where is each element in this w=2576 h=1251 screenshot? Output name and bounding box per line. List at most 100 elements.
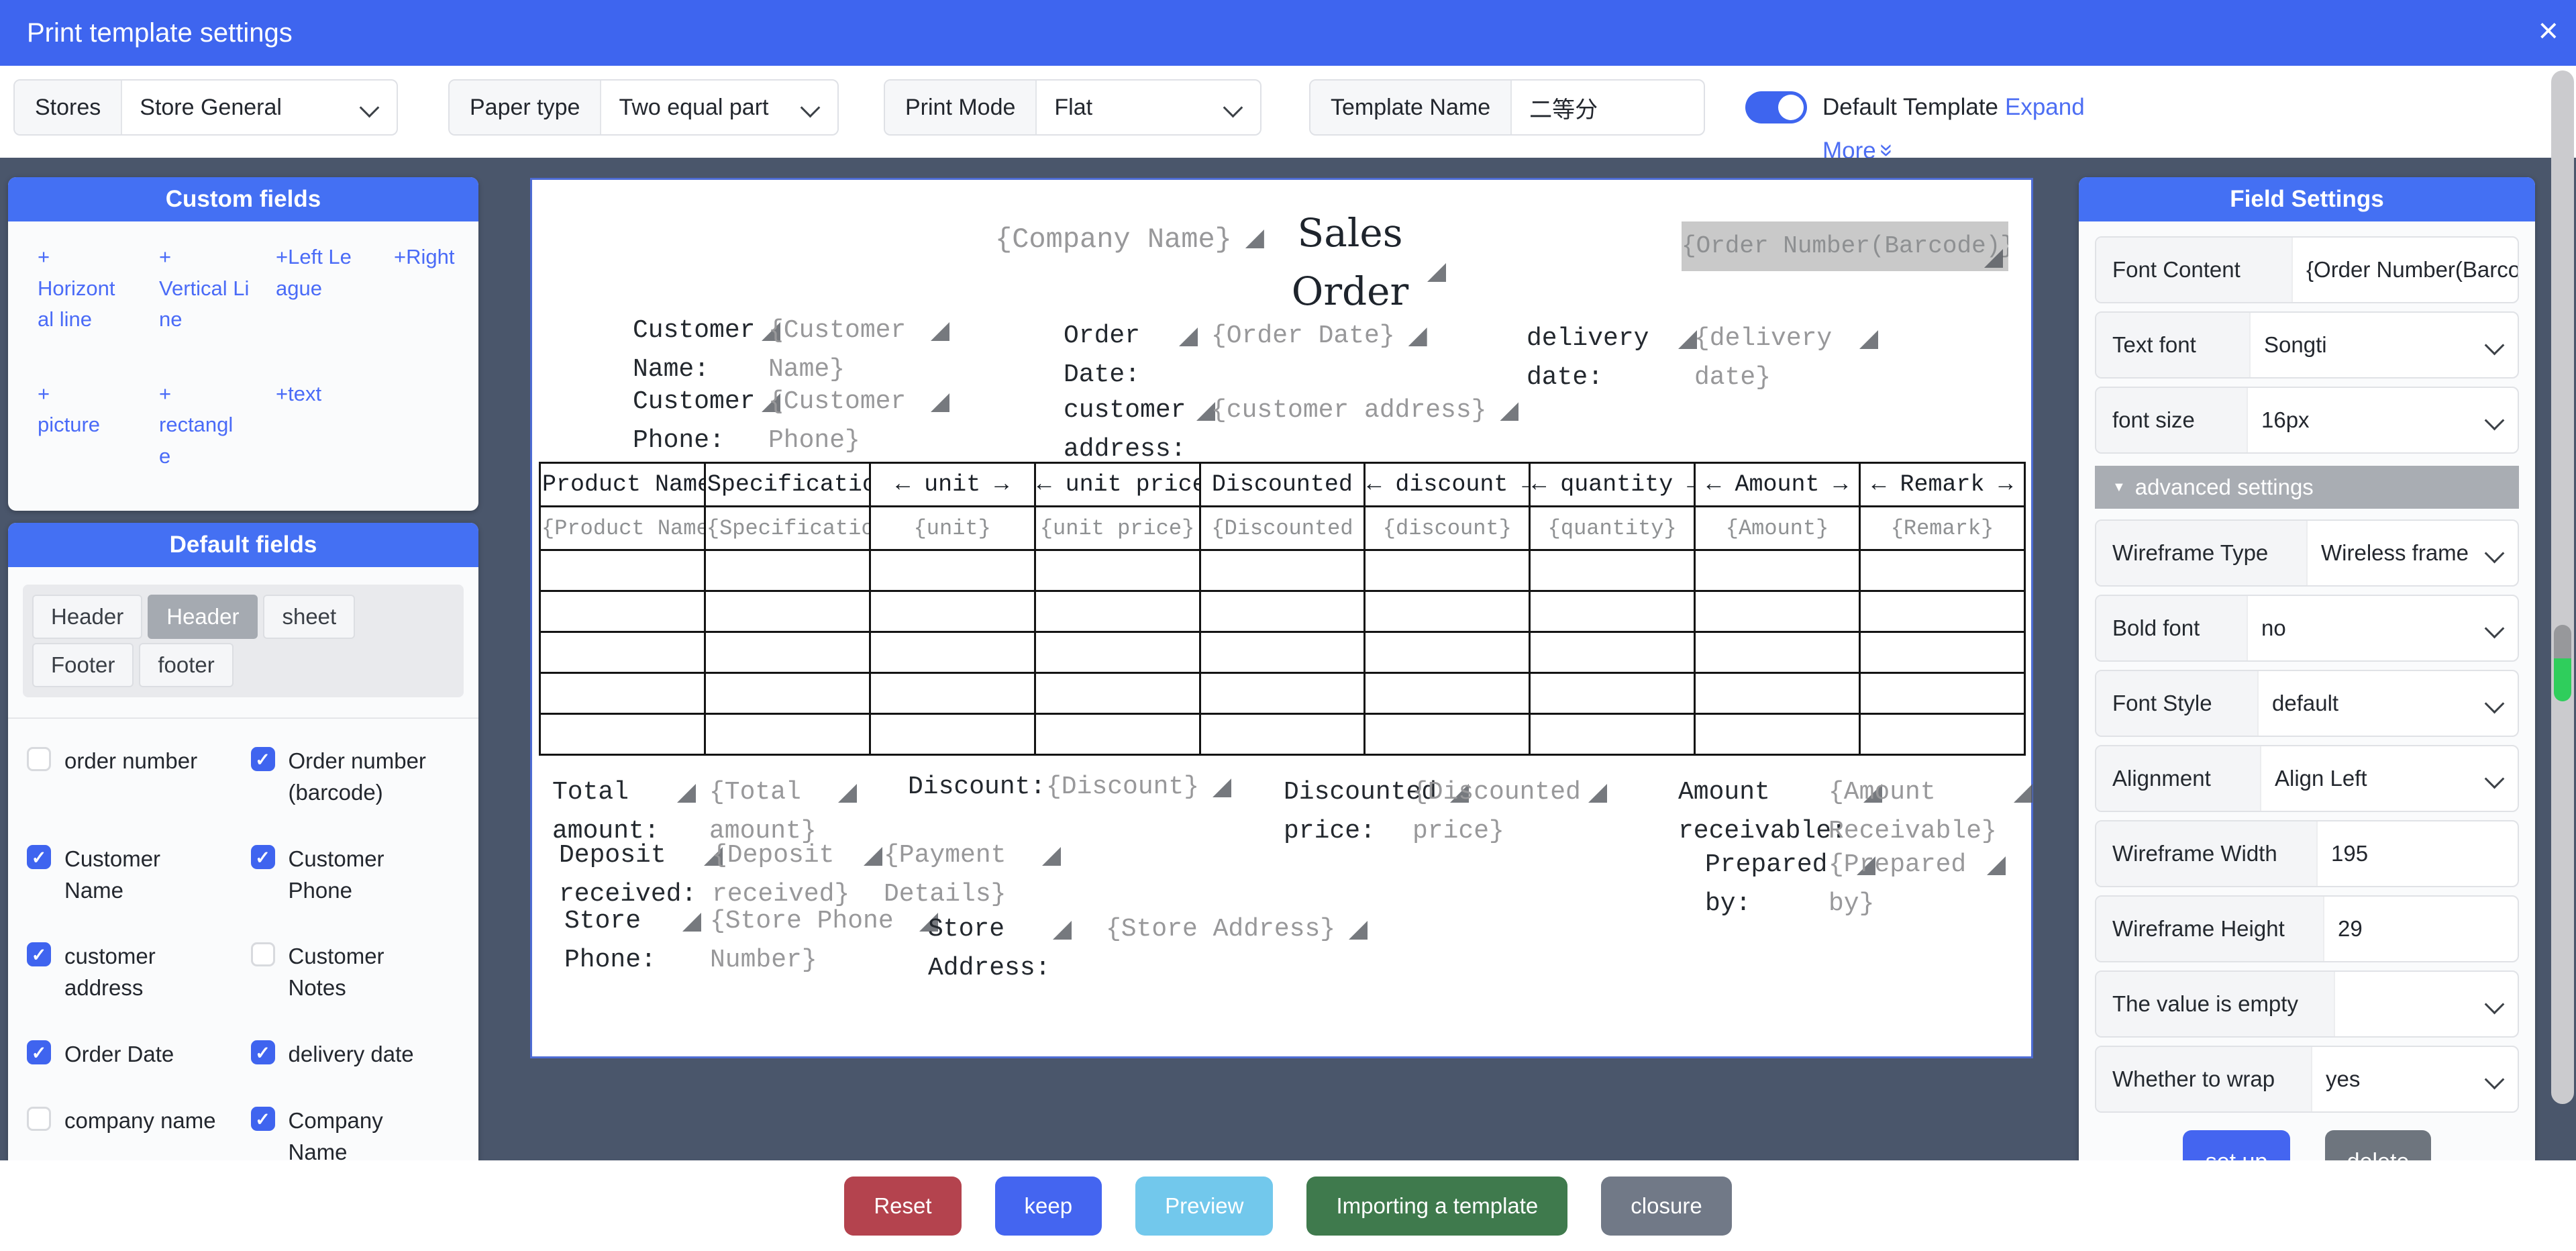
resize-handle-icon[interactable]: [1859, 330, 1878, 349]
cell-discount[interactable]: {discount}: [1365, 507, 1530, 550]
checkbox-customer-address[interactable]: customer address: [27, 941, 242, 1004]
preview-delivery-date-label[interactable]: delivery date:: [1527, 319, 1665, 397]
cell-unit[interactable]: {unit}: [870, 507, 1035, 550]
cell-discounted[interactable]: {Discounted: [1200, 507, 1365, 550]
resize-handle-icon[interactable]: [1588, 784, 1607, 803]
checkbox-order-date[interactable]: Order Date: [27, 1039, 242, 1070]
cell-remark[interactable]: {Remark}: [1860, 507, 2025, 550]
cell-product-name[interactable]: {Product Name}: [540, 507, 705, 550]
preview-store-address-label[interactable]: Store Address:: [928, 910, 1039, 988]
preview-prepared-by-value[interactable]: {Prepared by}: [1828, 846, 1973, 923]
font-style-select[interactable]: default: [2259, 671, 2518, 736]
cell-specification[interactable]: {Specification}: [705, 507, 870, 550]
checkbox-icon[interactable]: [251, 747, 275, 771]
advanced-settings-toggle[interactable]: ▼ advanced settings: [2095, 466, 2519, 509]
preview-store-address-value[interactable]: {Store Address}: [1106, 910, 1335, 949]
add-picture-button[interactable]: + picture: [38, 379, 159, 472]
cell-unit-price[interactable]: {unit price}: [1035, 507, 1200, 550]
col-unit[interactable]: ← unit →: [870, 463, 1035, 507]
preview-amount-receivable-label[interactable]: Amount receivable:: [1678, 773, 1850, 851]
preview-discount-label[interactable]: Discount:: [908, 768, 1045, 807]
checkbox-icon[interactable]: [27, 1040, 51, 1064]
preview-customer-name-label[interactable]: Customer Name:: [633, 311, 748, 389]
wireframe-type-select[interactable]: Wireless frame: [2308, 521, 2518, 585]
expand-link[interactable]: Expand: [2005, 91, 2085, 123]
resize-handle-icon[interactable]: [1500, 402, 1518, 421]
resize-handle-icon[interactable]: [1987, 856, 2006, 875]
close-icon[interactable]: ×: [2538, 0, 2559, 62]
default-template-toggle[interactable]: [1745, 91, 1807, 123]
page-scrollbar[interactable]: [2551, 70, 2574, 1104]
resize-handle-icon[interactable]: [1179, 328, 1198, 346]
col-discount[interactable]: ← discount →: [1365, 463, 1530, 507]
preview-delivery-date-value[interactable]: {delivery date}: [1694, 319, 1846, 397]
tab-footer-2[interactable]: footer: [139, 643, 233, 687]
cell-amount[interactable]: {Amount}: [1695, 507, 1860, 550]
checkbox-company-name[interactable]: Company Name: [251, 1105, 466, 1160]
resize-handle-icon[interactable]: [1213, 779, 1231, 797]
preview-customer-address-value[interactable]: {customer address}: [1211, 391, 1486, 430]
preview-store-phone-label[interactable]: Store Phone:: [564, 902, 669, 980]
preview-order-date-value[interactable]: {Order Date}: [1211, 317, 1395, 356]
col-amount[interactable]: ← Amount →: [1695, 463, 1860, 507]
print-mode-select[interactable]: Flat: [1037, 81, 1260, 134]
resize-handle-icon[interactable]: [682, 913, 701, 932]
scrollbar-thumb[interactable]: [2554, 625, 2571, 701]
preview-customer-name-value[interactable]: {Customer Name}: [768, 311, 917, 389]
checkbox-icon[interactable]: [27, 1107, 51, 1131]
checkbox-icon[interactable]: [251, 1040, 275, 1064]
add-text-button[interactable]: +text: [276, 379, 394, 472]
keep-button[interactable]: keep: [995, 1177, 1102, 1236]
col-specification[interactable]: Specification: [705, 463, 870, 507]
text-font-select[interactable]: Songti: [2251, 313, 2518, 377]
template-preview-canvas[interactable]: {Company Name} Sales Order {Order Number…: [530, 178, 2033, 1058]
resize-handle-icon[interactable]: [931, 322, 949, 341]
bold-font-select[interactable]: no: [2248, 596, 2518, 660]
checkbox-customer-name[interactable]: Customer Name: [27, 844, 242, 907]
tab-header-1[interactable]: Header: [32, 595, 142, 639]
preview-customer-phone-value[interactable]: {Customer Phone}: [768, 383, 917, 460]
resize-handle-icon[interactable]: [864, 847, 882, 866]
col-quantity[interactable]: ← quantity →: [1530, 463, 1695, 507]
preview-company-placeholder[interactable]: {Company Name}: [995, 219, 1232, 262]
set-up-button[interactable]: set up: [2183, 1130, 2290, 1160]
stores-select[interactable]: Store General: [122, 81, 397, 134]
wireframe-width-input[interactable]: 195: [2318, 821, 2518, 886]
tab-sheet[interactable]: sheet: [263, 595, 355, 639]
checkbox-icon[interactable]: [251, 845, 275, 869]
checkbox-icon[interactable]: [27, 845, 51, 869]
checkbox-order-number-barcode[interactable]: Order number (barcode): [251, 746, 466, 809]
wrap-select[interactable]: yes: [2312, 1047, 2518, 1111]
resize-handle-icon[interactable]: [2014, 784, 2032, 803]
add-right-button[interactable]: +Right: [394, 242, 472, 336]
template-name-input[interactable]: 二等分: [1512, 81, 1704, 134]
value-empty-select[interactable]: [2335, 972, 2518, 1036]
add-left-league-button[interactable]: +Left League: [276, 242, 394, 336]
resize-handle-icon[interactable]: [1245, 230, 1264, 248]
checkbox-company-name-lc[interactable]: company name: [27, 1105, 242, 1160]
preview-customer-phone-label[interactable]: Customer Phone:: [633, 383, 748, 460]
preview-discounted-price-value[interactable]: {Discounted price}: [1412, 773, 1575, 851]
resize-handle-icon[interactable]: [1349, 921, 1368, 940]
preview-button[interactable]: Preview: [1135, 1177, 1273, 1236]
checkbox-icon[interactable]: [27, 942, 51, 966]
add-vertical-line-button[interactable]: + Vertical Line: [159, 242, 276, 336]
preview-order-barcode-selected[interactable]: {Order Number(Barcode)}: [1682, 221, 2008, 271]
checkbox-delivery-date[interactable]: delivery date: [251, 1039, 466, 1070]
resize-handle-icon[interactable]: [931, 393, 949, 412]
tab-footer-1[interactable]: Footer: [32, 643, 134, 687]
checkbox-customer-notes[interactable]: Customer Notes: [251, 941, 466, 1004]
resize-handle-icon[interactable]: [838, 784, 857, 803]
delete-button[interactable]: delete: [2325, 1130, 2431, 1160]
preview-amount-receivable-value[interactable]: {Amount Receivable}: [1828, 773, 2000, 851]
closure-button[interactable]: closure: [1601, 1177, 1731, 1236]
preview-doc-title[interactable]: Sales Order: [1264, 204, 1437, 321]
checkbox-order-number[interactable]: order number: [27, 746, 242, 809]
resize-handle-icon[interactable]: [1427, 263, 1446, 282]
wireframe-height-input[interactable]: 29: [2324, 897, 2518, 961]
cell-quantity[interactable]: {quantity}: [1530, 507, 1695, 550]
resize-handle-icon[interactable]: [1053, 921, 1072, 940]
add-rectangle-button[interactable]: + rectangle: [159, 379, 276, 472]
preview-store-phone-value[interactable]: {Store Phone Number}: [710, 902, 906, 980]
col-remark[interactable]: ← Remark →: [1860, 463, 2025, 507]
